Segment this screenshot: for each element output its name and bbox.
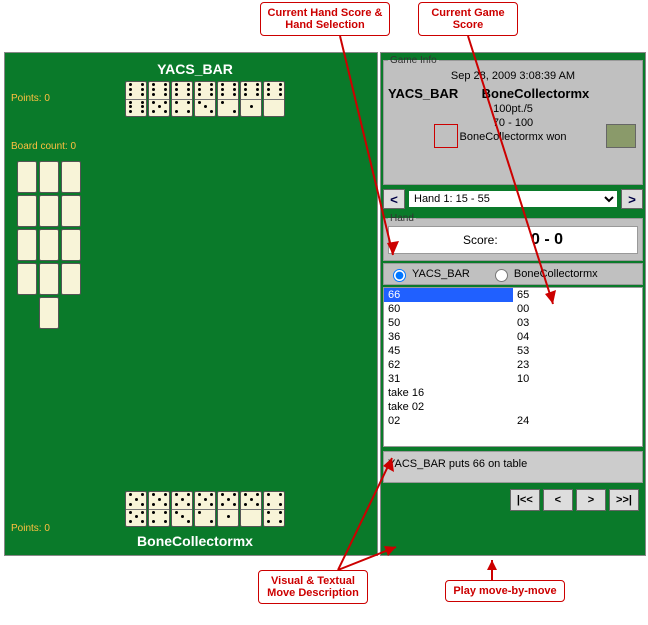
moves-right-col: 65000304532310 24 xyxy=(513,288,642,428)
player2-avatar xyxy=(606,124,636,148)
top-hand xyxy=(125,81,285,117)
first-move-button[interactable]: |<< xyxy=(510,489,540,511)
move-description: YACS_BAR puts 66 on table xyxy=(383,451,643,483)
game-board: YACS_BAR Points: 0 Board count: 0 Points… xyxy=(4,52,378,556)
hand-selector: < Hand 1: 15 - 55 > xyxy=(383,189,643,209)
bottom-player-name: BoneCollectormx xyxy=(95,533,295,549)
points-top-label: Points: 0 xyxy=(11,93,50,104)
game-score: 70 - 100 xyxy=(388,117,638,129)
hand-legend: Hand xyxy=(388,213,416,224)
moves-left-col: 66605036456231take 16take 0202 xyxy=(384,288,513,428)
next-hand-button[interactable]: > xyxy=(621,189,643,209)
radio-p1[interactable]: YACS_BAR xyxy=(388,266,470,282)
boneyard xyxy=(17,161,81,331)
points-bottom-label: Points: 0 xyxy=(11,523,50,534)
player1-avatar-placeholder xyxy=(434,124,458,148)
board-count-label: Board count: 0 xyxy=(11,141,76,152)
hand-score-line: Score: 0 - 0 xyxy=(388,226,638,254)
game-players: YACS_BAR BoneCollectormx xyxy=(388,86,638,101)
prev-move-button[interactable]: < xyxy=(543,489,573,511)
callout-move-desc: Visual & Textual Move Description xyxy=(258,570,368,604)
bottom-hand xyxy=(125,491,285,527)
move-list[interactable]: 66605036456231take 16take 0202 650003045… xyxy=(383,287,643,447)
callout-hand-score: Current Hand Score & Hand Selection xyxy=(260,2,390,36)
hand-select[interactable]: Hand 1: 15 - 55 xyxy=(407,189,619,209)
next-move-button[interactable]: > xyxy=(576,489,606,511)
right-panel: Game Info Sep 28, 2009 3:08:39 AM YACS_B… xyxy=(380,52,646,556)
playback-controls: |<< < > >>| xyxy=(383,489,639,511)
hand-panel: Hand Score: 0 - 0 xyxy=(383,213,643,261)
top-player-name: YACS_BAR xyxy=(95,61,295,77)
game-result: BoneCollectormx won xyxy=(388,131,638,143)
prev-hand-button[interactable]: < xyxy=(383,189,405,209)
player-radio-bar: YACS_BAR BoneCollectormx xyxy=(383,263,643,285)
game-info-panel: Game Info Sep 28, 2009 3:08:39 AM YACS_B… xyxy=(383,55,643,185)
game-date: Sep 28, 2009 3:08:39 AM xyxy=(388,70,638,82)
score-value: 0 - 0 xyxy=(531,231,563,248)
game-stakes: 100pt./5 xyxy=(388,103,638,115)
callout-game-score: Current Game Score xyxy=(418,2,518,36)
radio-p2[interactable]: BoneCollectormx xyxy=(490,266,598,282)
callout-playback: Play move-by-move xyxy=(445,580,565,602)
game-info-legend: Game Info xyxy=(388,55,439,66)
last-move-button[interactable]: >>| xyxy=(609,489,639,511)
score-label: Score: xyxy=(463,233,498,247)
